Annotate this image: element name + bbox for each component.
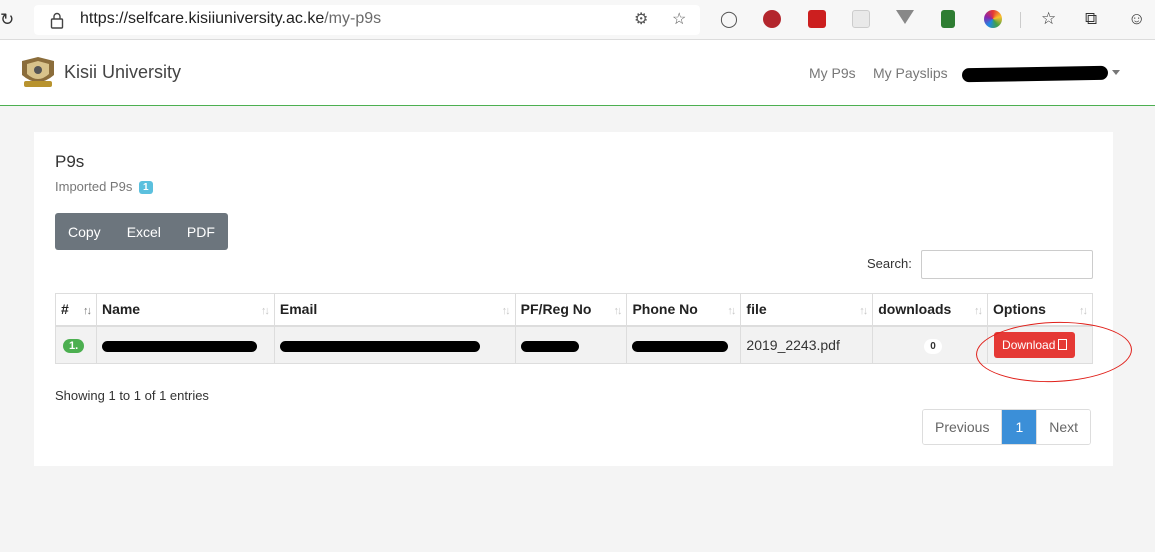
sort-icon: ↑↓ (82, 305, 92, 317)
table-row: 1. 2019_2243.pdf 0 Download (55, 325, 1093, 364)
chevron-down-icon[interactable] (1112, 70, 1120, 75)
subtitle-text: Imported P9s (55, 179, 133, 194)
downloads-count-badge: 0 (924, 338, 942, 354)
immersive-reader-icon[interactable]: ◯ (720, 10, 738, 30)
nav-my-payslips[interactable]: My Payslips (873, 65, 948, 81)
pagination: Previous 1 Next (922, 409, 1092, 445)
p9s-card: P9s Imported P9s 1 Copy Excel PDF Search… (34, 132, 1113, 466)
nav-my-p9s[interactable]: My P9s (809, 65, 856, 81)
cell-downloads: 0 (872, 325, 989, 364)
column-header-pf-reg-no[interactable]: PF/Reg No ↑↓ (514, 293, 628, 327)
next-page-button[interactable]: Next (1036, 410, 1091, 444)
sort-icon: ↑↓ (859, 305, 868, 317)
favorites-icon[interactable]: ☆ (1041, 9, 1056, 29)
table-info: Showing 1 to 1 of 1 entries (55, 388, 209, 403)
page-1-button[interactable]: 1 (1001, 410, 1037, 444)
extension-icon[interactable] (896, 10, 914, 24)
column-header-email[interactable]: Email ↑↓ (273, 293, 516, 327)
lock-icon (50, 12, 64, 29)
copy-button[interactable]: Copy (55, 213, 114, 250)
column-header-downloads[interactable]: downloads ↑↓ (872, 293, 989, 327)
cell-options: Download (987, 325, 1093, 364)
cell-email (273, 325, 516, 364)
row-index-badge: 1. (63, 339, 85, 354)
search-label: Search: (867, 256, 912, 271)
download-button[interactable]: Download (994, 331, 1076, 358)
cell-pf-reg-no (514, 325, 628, 364)
count-badge: 1 (138, 181, 153, 194)
cell-name (95, 325, 275, 364)
pdf-button[interactable]: PDF (174, 213, 228, 250)
cell-phone-no (626, 325, 742, 364)
table-header-row: # ↑↓ Name ↑↓ Email ↑↓ PF/Reg No ↑↓ Phone No ↑… (55, 293, 1093, 327)
site-navbar: Kisii University My P9s My Payslips (0, 40, 1155, 106)
pdf-icon (1058, 338, 1068, 350)
redacted-email (279, 340, 480, 352)
extension-icon[interactable] (808, 10, 826, 28)
download-button-label: Download (1002, 337, 1056, 352)
sort-icon: ↑↓ (613, 305, 622, 317)
sort-icon: ↑↓ (501, 305, 511, 317)
brand-name[interactable]: Kisii University (64, 62, 181, 83)
card-subtitle: Imported P9s 1 (55, 179, 153, 194)
column-header-file[interactable]: file ↑↓ (740, 293, 874, 327)
column-header-index[interactable]: # ↑↓ (55, 293, 97, 327)
user-menu-redacted[interactable] (961, 65, 1109, 83)
extension-icon[interactable] (941, 10, 955, 28)
column-header-options[interactable]: Options ↑↓ (987, 293, 1093, 327)
excel-button[interactable]: Excel (114, 213, 174, 250)
sort-icon: ↑↓ (974, 305, 983, 317)
export-button-group: Copy Excel PDF (55, 213, 228, 250)
cell-file: 2019_2243.pdf (740, 325, 874, 364)
redacted-pf-reg-no (520, 340, 579, 352)
browser-toolbar: ↻ https://selfcare.kisiiuniversity.ac.ke… (0, 0, 1155, 40)
p9s-table: # ↑↓ Name ↑↓ Email ↑↓ PF/Reg No ↑↓ Phone No ↑… (55, 293, 1093, 364)
color-picker-icon[interactable] (984, 10, 1002, 28)
redacted-name (101, 340, 257, 352)
cell-index: 1. (55, 325, 97, 364)
toolbar-separator (1020, 12, 1021, 28)
url-path: /my-p9s (324, 10, 382, 27)
column-header-phone-no[interactable]: Phone No ↑↓ (626, 293, 742, 327)
profile-icon[interactable]: ☺ (1128, 9, 1145, 29)
url-host: https://selfcare.kisiiuniversity.ac.ke (80, 10, 325, 27)
sort-icon: ↑↓ (260, 305, 270, 317)
page-title: P9s (55, 152, 85, 171)
sort-icon: ↑↓ (727, 305, 736, 317)
extension-icon[interactable] (763, 10, 781, 28)
column-header-name[interactable]: Name ↑↓ (95, 293, 275, 327)
star-icon[interactable]: ☆ (672, 10, 686, 30)
tracking-prevention-icon[interactable]: ⚙ (634, 10, 648, 30)
extension-icon[interactable] (852, 10, 870, 28)
previous-page-button[interactable]: Previous (923, 410, 1002, 444)
sort-icon: ↑↓ (1079, 305, 1088, 317)
collections-icon[interactable]: ⧉ (1085, 9, 1097, 29)
address-url[interactable]: https://selfcare.kisiiuniversity.ac.ke/m… (80, 10, 381, 28)
search-input[interactable] (921, 250, 1093, 279)
reload-icon[interactable]: ↻ (0, 10, 14, 30)
university-logo[interactable] (18, 55, 58, 91)
redacted-phone-no (632, 340, 729, 352)
